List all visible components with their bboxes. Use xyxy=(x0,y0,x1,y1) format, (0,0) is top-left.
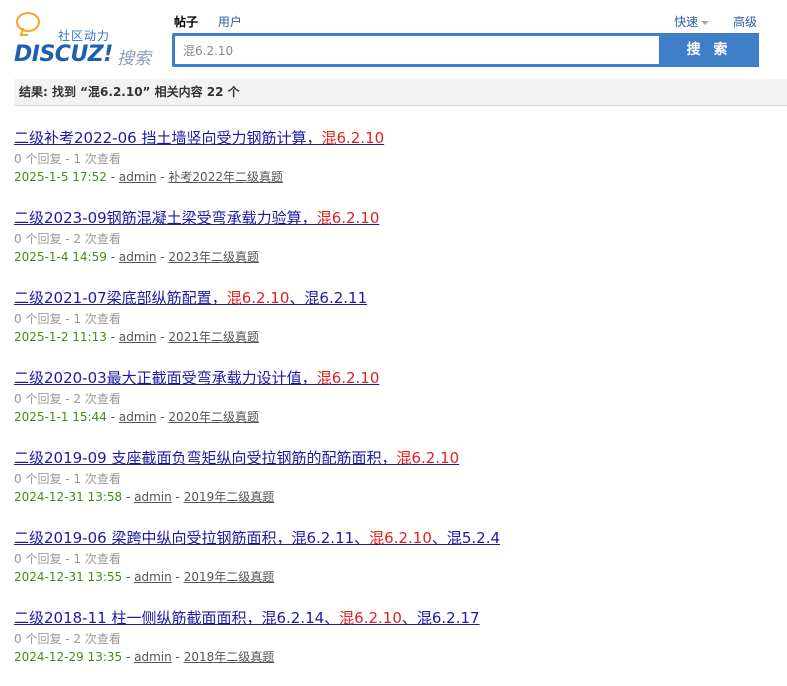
result-item: 二级2019-09 支座截面负弯矩纵向受拉钢筋的配筋面积，混6.2.10 0 个回… xyxy=(14,446,784,526)
result-stats: 0 个回复 - 2 次查看 xyxy=(14,232,121,246)
search-box: 搜 索 xyxy=(172,33,759,67)
meta-separator: - xyxy=(106,330,119,344)
search-mode-links: 快速 高级 xyxy=(654,13,757,30)
discuz-logo[interactable]: 社区动力 DISCUZ! 搜索 xyxy=(14,8,164,69)
quick-search-link[interactable]: 快速 xyxy=(674,13,710,30)
result-author-link[interactable]: admin xyxy=(134,570,172,584)
result-author-link[interactable]: admin xyxy=(119,410,157,424)
result-meta: 2024-12-31 13:55 - admin - 2019年二级真题 xyxy=(14,568,784,586)
highlight-keyword: 混6.2.10 xyxy=(339,609,402,627)
result-title-link[interactable]: 二级2018-11 柱一侧纵筋截面面积，混6.2.14、混6.2.10、混6.2… xyxy=(14,606,784,630)
title-text: 二级补考2022-06 挡土墙竖向受力钢筋计算， xyxy=(14,129,322,147)
result-author-link[interactable]: admin xyxy=(134,650,172,664)
logo-sub: 搜索 xyxy=(117,49,151,69)
result-forum-link[interactable]: 2019年二级真题 xyxy=(184,570,275,584)
chevron-down-icon xyxy=(701,20,710,25)
result-stats: 0 个回复 - 2 次查看 xyxy=(14,392,121,406)
result-meta: 2024-12-31 13:58 - admin - 2019年二级真题 xyxy=(14,488,784,506)
result-author-link[interactable]: admin xyxy=(134,490,172,504)
result-summary: 结果: 找到 “混6.2.10” 相关内容 22 个 xyxy=(14,79,787,106)
result-date: 2025-1-1 15:44 xyxy=(14,410,107,424)
result-author-link[interactable]: admin xyxy=(119,250,157,264)
tab-users[interactable]: 用户 xyxy=(218,13,242,30)
search-type-tabs: 帖子 用户 xyxy=(174,13,258,30)
title-text: 、混5.2.4 xyxy=(431,529,501,547)
result-stats: 0 个回复 - 1 次查看 xyxy=(14,552,121,566)
result-author-link[interactable]: admin xyxy=(119,170,157,184)
meta-separator: - xyxy=(171,490,184,504)
result-item: 二级2020-03最大正截面受弯承载力设计值，混6.2.10 0 个回复 - 2 … xyxy=(14,366,784,446)
result-stats: 0 个回复 - 1 次查看 xyxy=(14,152,121,166)
result-meta: 2025-1-1 15:44 - admin - 2020年二级真题 xyxy=(14,408,784,426)
meta-separator: - xyxy=(122,570,135,584)
title-text: 二级2019-09 支座截面负弯矩纵向受拉钢筋的配筋面积， xyxy=(14,449,397,467)
result-title-link[interactable]: 二级2019-06 梁跨中纵向受拉钢筋面积，混6.2.11、混6.2.10、混5… xyxy=(14,526,784,550)
result-forum-link[interactable]: 2023年二级真题 xyxy=(168,250,259,264)
meta-separator: - xyxy=(156,410,169,424)
result-stats: 0 个回复 - 2 次查看 xyxy=(14,632,121,646)
highlight-keyword: 混6.2.10 xyxy=(316,369,380,387)
result-item: 二级2023-09钢筋混凝土梁受弯承载力验算，混6.2.10 0 个回复 - 2 … xyxy=(14,206,784,286)
highlight-keyword: 混6.2.10 xyxy=(369,529,432,547)
result-date: 2025-1-5 17:52 xyxy=(14,170,107,184)
highlight-keyword: 混6.2.10 xyxy=(316,209,380,227)
result-item: 二级2019-06 梁跨中纵向受拉钢筋面积，混6.2.11、混6.2.10、混5… xyxy=(14,526,784,606)
quick-search-label: 快速 xyxy=(674,15,699,29)
result-forum-link[interactable]: 2018年二级真题 xyxy=(184,650,275,664)
result-title-link[interactable]: 二级2020-03最大正截面受弯承载力设计值，混6.2.10 xyxy=(14,366,784,390)
result-forum-link[interactable]: 2019年二级真题 xyxy=(184,490,275,504)
title-text: 二级2018-11 柱一侧纵筋截面面积，混6.2.14、 xyxy=(14,609,340,627)
title-text: 二级2020-03最大正截面受弯承载力设计值， xyxy=(14,369,317,387)
advanced-search-link[interactable]: 高级 xyxy=(733,13,757,30)
highlight-keyword: 混6.2.10 xyxy=(396,449,460,467)
search-input[interactable] xyxy=(175,36,671,64)
result-meta: 2025-1-2 11:13 - admin - 2021年二级真题 xyxy=(14,328,784,346)
header: 社区动力 DISCUZ! 搜索 帖子 用户 快速 高级 搜 索 xyxy=(0,0,787,70)
meta-separator: - xyxy=(171,650,184,664)
result-forum-link[interactable]: 2021年二级真题 xyxy=(168,330,259,344)
meta-separator: - xyxy=(156,170,169,184)
title-text: 二级2021-07梁底部纵筋配置， xyxy=(14,289,227,307)
result-title-link[interactable]: 二级2021-07梁底部纵筋配置，混6.2.10、混6.2.11 xyxy=(14,286,784,310)
meta-separator: - xyxy=(156,330,169,344)
result-author-link[interactable]: admin xyxy=(119,330,157,344)
meta-separator: - xyxy=(106,170,119,184)
meta-separator: - xyxy=(106,250,119,264)
result-title-link[interactable]: 二级2019-09 支座截面负弯矩纵向受拉钢筋的配筋面积，混6.2.10 xyxy=(14,446,784,470)
tab-posts[interactable]: 帖子 xyxy=(174,13,198,30)
result-title-link[interactable]: 二级补考2022-06 挡土墙竖向受力钢筋计算，混6.2.10 xyxy=(14,126,784,150)
meta-separator: - xyxy=(171,570,184,584)
result-date: 2025-1-2 11:13 xyxy=(14,330,107,344)
logo-brand: DISCUZ! xyxy=(14,42,113,67)
result-date: 2024-12-29 13:35 xyxy=(14,650,123,664)
title-text: 二级2019-06 梁跨中纵向受拉钢筋面积，混6.2.11、 xyxy=(14,529,370,547)
result-stats: 0 个回复 - 1 次查看 xyxy=(14,312,121,326)
result-item: 二级补考2022-06 挡土墙竖向受力钢筋计算，混6.2.10 0 个回复 - 1… xyxy=(14,126,784,206)
result-date: 2025-1-4 14:59 xyxy=(14,250,107,264)
result-title-link[interactable]: 二级2023-09钢筋混凝土梁受弯承载力验算，混6.2.10 xyxy=(14,206,784,230)
result-item: 二级2018-11 柱一侧纵筋截面面积，混6.2.14、混6.2.10、混6.2… xyxy=(14,606,784,686)
results-list: 二级补考2022-06 挡土墙竖向受力钢筋计算，混6.2.10 0 个回复 - 1… xyxy=(14,126,784,686)
highlight-keyword: 混6.2.10 xyxy=(321,129,385,147)
speech-bubble-icon xyxy=(16,12,40,32)
result-date: 2024-12-31 13:58 xyxy=(14,490,123,504)
result-meta: 2024-12-29 13:35 - admin - 2018年二级真题 xyxy=(14,648,784,666)
meta-separator: - xyxy=(106,410,119,424)
result-meta: 2025-1-4 14:59 - admin - 2023年二级真题 xyxy=(14,248,784,266)
meta-separator: - xyxy=(156,250,169,264)
result-item: 二级2021-07梁底部纵筋配置，混6.2.10、混6.2.11 0 个回复 - … xyxy=(14,286,784,366)
title-text: 、混6.2.11 xyxy=(289,289,368,307)
search-button[interactable]: 搜 索 xyxy=(659,33,759,67)
result-forum-link[interactable]: 补考2022年二级真题 xyxy=(168,170,283,184)
result-date: 2024-12-31 13:55 xyxy=(14,570,123,584)
meta-separator: - xyxy=(122,650,135,664)
result-stats: 0 个回复 - 1 次查看 xyxy=(14,472,121,486)
result-meta: 2025-1-5 17:52 - admin - 补考2022年二级真题 xyxy=(14,168,784,186)
title-text: 二级2023-09钢筋混凝土梁受弯承载力验算， xyxy=(14,209,317,227)
meta-separator: - xyxy=(122,490,135,504)
highlight-keyword: 混6.2.10 xyxy=(226,289,290,307)
result-forum-link[interactable]: 2020年二级真题 xyxy=(168,410,259,424)
title-text: 、混6.2.17 xyxy=(401,609,480,627)
